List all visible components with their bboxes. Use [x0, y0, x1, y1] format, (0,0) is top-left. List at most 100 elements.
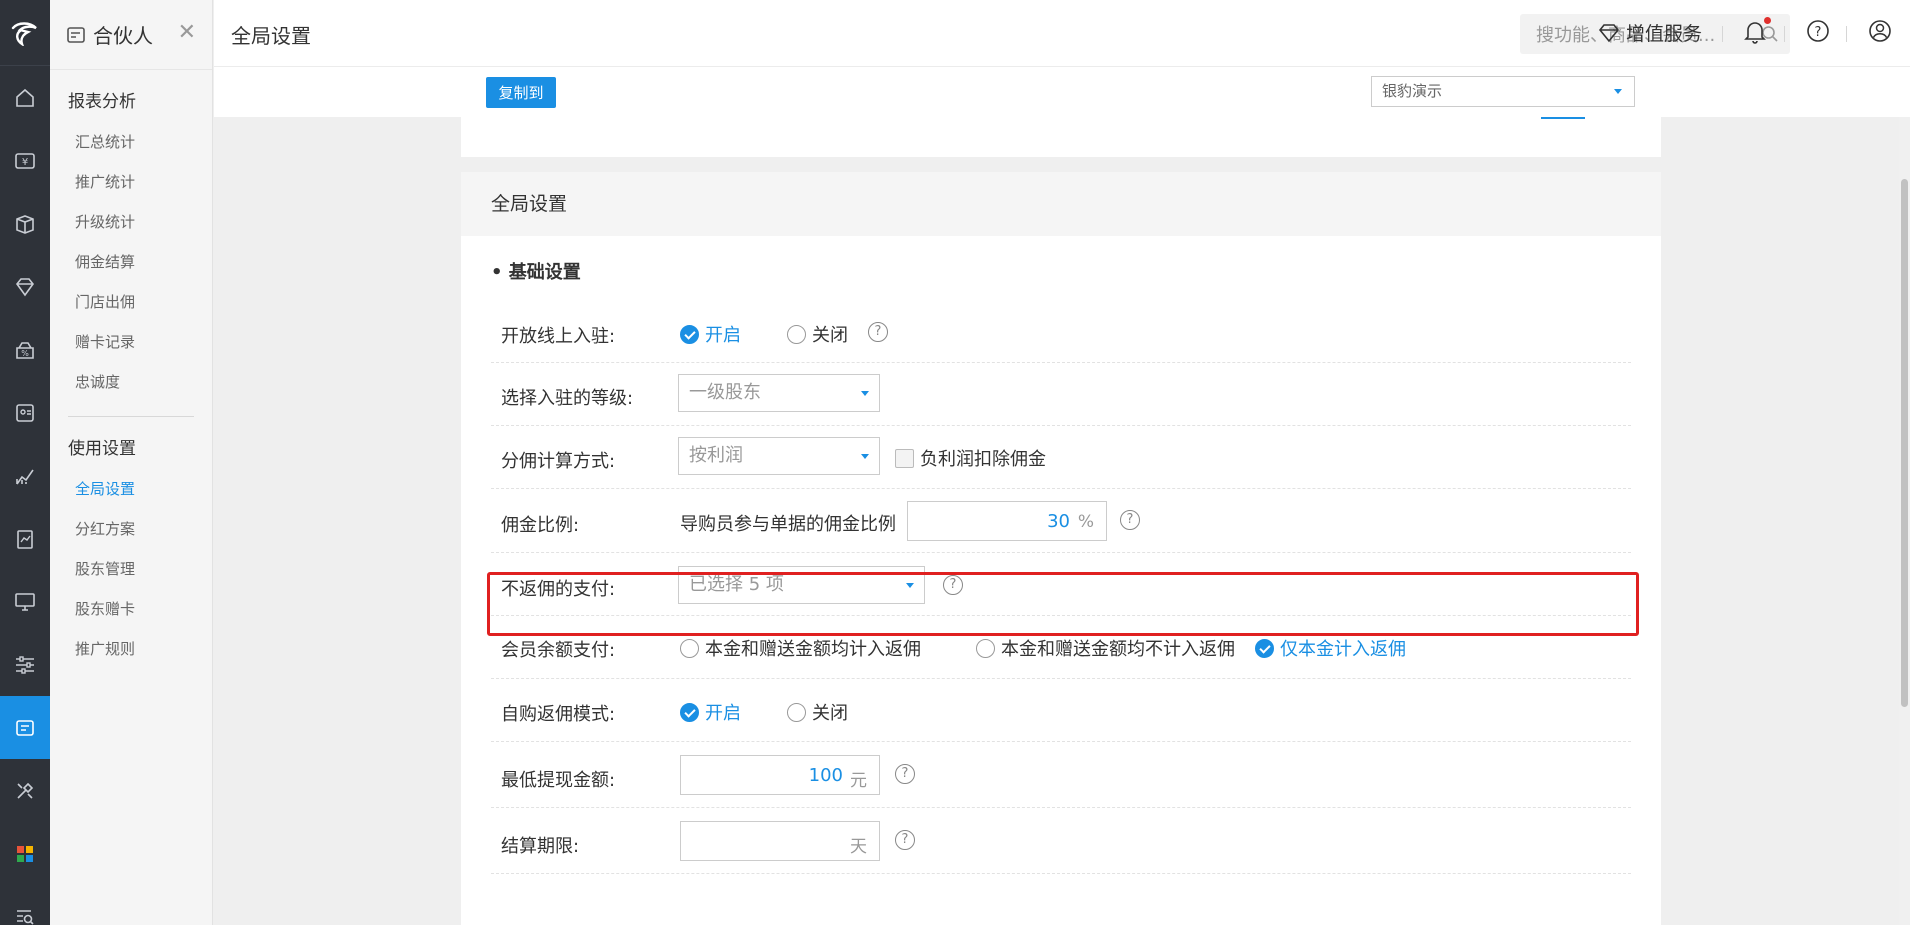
toolbar: 复制到 银豹演示 [214, 67, 1910, 117]
input-unit: 天 [850, 837, 867, 857]
search-list-icon [17, 909, 34, 925]
input-value: 100 [808, 765, 843, 786]
tab-indicator [1541, 117, 1585, 119]
radio-unchecked-icon [680, 638, 699, 658]
radio-self-purchase-on[interactable]: 开启 [680, 699, 741, 725]
partner-icon [16, 719, 34, 736]
radio-label: 仅本金计入返佣 [1280, 639, 1406, 660]
gem-icon [15, 277, 35, 296]
row-label: 开放线上入驻: [501, 326, 616, 347]
menu-item-shareholder-gift-card[interactable]: 股东赠卡 [68, 589, 212, 629]
commission-ratio-input[interactable]: 30 % [907, 501, 1107, 541]
rail-apps[interactable] [0, 822, 50, 885]
radio-self-purchase-off[interactable]: 关闭 [787, 699, 848, 725]
negative-profit-checkbox[interactable]: 负利润扣除佣金 [895, 445, 1046, 471]
menu-group-title: 报表分析 [68, 92, 136, 112]
yuan-card-icon: ¥ [15, 152, 35, 169]
panel-title: 全局设置 [461, 172, 1661, 236]
chevron-down-icon [861, 454, 869, 459]
menu-item-commission-settle[interactable]: 佣金结算 [68, 242, 212, 282]
radio-open-entry-on[interactable]: 开启 [680, 321, 741, 347]
rail-finance[interactable]: ¥ [0, 129, 50, 192]
row-label: 佣金比例: [501, 515, 580, 536]
value-service-label: 增值服务 [1626, 23, 1703, 45]
svg-text:%: % [21, 349, 29, 358]
row-label: 自购返佣模式: [501, 704, 616, 725]
menu-item-shareholder-mgmt[interactable]: 股东管理 [68, 549, 212, 589]
rail-report[interactable] [0, 507, 50, 570]
store-select-value: 银豹演示 [1382, 82, 1443, 100]
rail-stats[interactable] [0, 444, 50, 507]
menu-group-report: 报表分析 汇总统计 推广统计 升级统计 佣金结算 门店出佣 赠卡记录 忠诚度 [50, 86, 212, 402]
menu-item-dividend-plan[interactable]: 分红方案 [68, 509, 212, 549]
menu-item-loyalty[interactable]: 忠诚度 [68, 362, 212, 402]
logo [0, 0, 50, 66]
notification-button[interactable] [1743, 19, 1767, 45]
value-service-button[interactable]: 增值服务 [1598, 19, 1702, 46]
entry-level-select[interactable]: 一级股东 [678, 374, 880, 412]
menu-item-store-commission[interactable]: 门店出佣 [68, 282, 212, 322]
rail-goods[interactable] [0, 192, 50, 255]
tools-icon [17, 782, 34, 799]
rail-partner[interactable] [0, 696, 50, 759]
menu-item-upgrade-stats[interactable]: 升级统计 [68, 202, 212, 242]
rail-settings[interactable] [0, 633, 50, 696]
rail-tools[interactable] [0, 759, 50, 822]
help-button[interactable]: ? [1806, 19, 1830, 43]
menu-group-settings: 使用设置 全局设置 分红方案 股东管理 股东赠卡 推广规则 [50, 433, 212, 669]
radio-balance-principal-only[interactable]: 仅本金计入返佣 [1255, 635, 1406, 661]
member-card-icon [16, 403, 34, 422]
commission-ratio-desc: 导购员参与单据的佣金比例 [680, 514, 896, 535]
rail-search-menu[interactable] [0, 885, 50, 925]
row-label: 选择入驻的等级: [501, 388, 634, 409]
partner-icon [67, 26, 85, 43]
help-circle-icon[interactable]: ? [895, 830, 915, 850]
input-unit: 元 [850, 771, 867, 791]
radio-unchecked-icon [787, 702, 806, 722]
radio-label: 关闭 [812, 325, 848, 346]
rail-device[interactable] [0, 570, 50, 633]
min-withdraw-input[interactable]: 100 元 [680, 755, 880, 795]
rail-marketing[interactable]: % [0, 318, 50, 381]
radio-label: 关闭 [812, 703, 848, 724]
menu-item-promotion-rules[interactable]: 推广规则 [68, 629, 212, 669]
rail-home[interactable] [0, 66, 50, 129]
help-circle-icon[interactable]: ? [868, 322, 888, 342]
commission-calc-select[interactable]: 按利润 [678, 437, 880, 475]
row-open-entry: 开放线上入驻: 开启 关闭 ? [491, 300, 1631, 363]
notification-dot [1764, 17, 1771, 24]
rail-card[interactable] [0, 381, 50, 444]
help-icon: ? [1807, 20, 1829, 42]
vertical-scrollbar[interactable] [1899, 117, 1910, 925]
menu-item-summary[interactable]: 汇总统计 [68, 122, 212, 162]
menu-item-promotion-stats[interactable]: 推广统计 [68, 162, 212, 202]
radio-checked-icon [1255, 638, 1274, 658]
radio-label: 本金和赠送金额均计入返佣 [705, 639, 921, 660]
diamond-icon [1598, 23, 1620, 42]
account-button[interactable] [1868, 19, 1892, 43]
menu-item-global-settings[interactable]: 全局设置 [68, 469, 212, 509]
help-circle-icon[interactable]: ? [895, 764, 915, 784]
help-circle-icon[interactable]: ? [1120, 510, 1140, 530]
row-entry-level: 选择入驻的等级: 一级股东 [491, 363, 1631, 426]
home-icon [16, 88, 34, 107]
store-select[interactable]: 银豹演示 [1371, 76, 1635, 107]
scrollbar-thumb[interactable] [1901, 179, 1908, 707]
menu-item-gift-card-records[interactable]: 赠卡记录 [68, 322, 212, 362]
copy-to-button[interactable]: 复制到 [486, 77, 556, 108]
monitor-icon [15, 592, 35, 611]
menu-divider [68, 416, 194, 417]
rail-member[interactable] [0, 255, 50, 318]
close-icon[interactable]: ✕ [178, 22, 196, 44]
row-label: 最低提现金额: [501, 770, 616, 791]
radio-balance-none-included[interactable]: 本金和赠送金额均不计入返佣 [976, 635, 1235, 661]
radio-balance-all-included[interactable]: 本金和赠送金额均计入返佣 [680, 635, 921, 661]
settle-period-input[interactable]: 天 [680, 821, 880, 861]
app-logo-icon [11, 21, 37, 46]
input-value: 30 [1047, 511, 1070, 532]
select-value: 按利润 [689, 445, 743, 466]
radio-open-entry-off[interactable]: 关闭 [787, 321, 848, 347]
svg-text:?: ? [1815, 25, 1822, 40]
bell-icon [1744, 22, 1766, 44]
row-label: 结算期限: [501, 836, 580, 857]
